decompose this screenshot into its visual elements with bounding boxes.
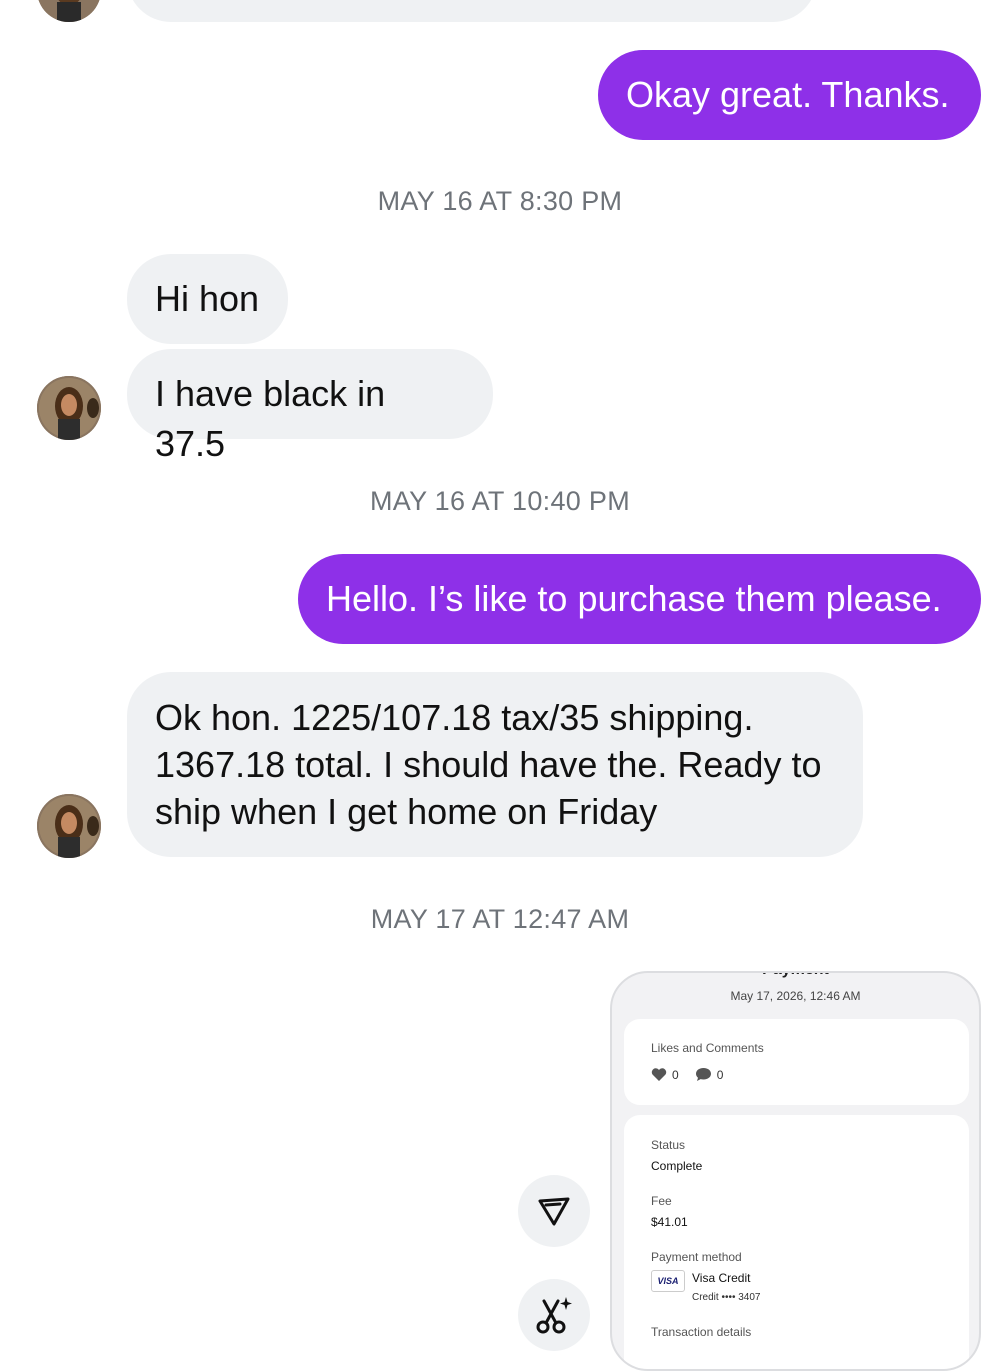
avatar-illustration (37, 794, 101, 858)
contact-avatar[interactable] (37, 794, 101, 858)
scissors-sparkle-icon (536, 1297, 572, 1334)
card-brand: VISA (657, 1276, 679, 1286)
comment-icon (695, 1068, 711, 1081)
edit-image-button[interactable] (518, 1279, 590, 1351)
message-text: I have black in 37.5 (155, 373, 386, 464)
message-text: Hi hon (155, 278, 260, 319)
likes-count: 0 (672, 1067, 679, 1082)
fee-label: Fee (651, 1194, 672, 1208)
contact-avatar[interactable] (37, 0, 101, 22)
heart-icon (651, 1068, 667, 1081)
message-timestamp: MAY 17 AT 12:47 AM (370, 904, 630, 934)
likes-row: 0 0 (651, 1067, 723, 1082)
avatar-illustration (37, 0, 101, 22)
fee-value: $41.01 (651, 1215, 688, 1229)
incoming-message-bubble[interactable]: I have black in 37.5 (127, 349, 493, 464)
card-detail: Credit •••• 3407 (692, 1292, 761, 1303)
contact-avatar[interactable] (37, 376, 101, 440)
message-timestamp: MAY 16 AT 10:40 PM (369, 486, 631, 516)
outgoing-message-bubble[interactable]: Hello. I’s like to purchase them please. (298, 554, 981, 644)
message-text: Ok hon. 1225/107.18 tax/35 shipping. 136… (155, 697, 822, 832)
payment-method-label: Payment method (651, 1250, 742, 1264)
avatar-illustration (37, 376, 101, 440)
outgoing-message-bubble[interactable]: Okay great. Thanks. (598, 50, 981, 140)
payment-screenshot-card[interactable]: Payment May 17, 2026, 12:46 AM Likes and… (610, 971, 981, 1371)
send-triangle-icon (538, 1197, 570, 1226)
payment-date: May 17, 2026, 12:46 AM (730, 989, 861, 1003)
transaction-details-label: Transaction details (651, 1325, 752, 1339)
payment-title: Payment (612, 973, 979, 979)
message-text: Hello. I’s like to purchase them please. (326, 578, 942, 619)
likes-comments-section: Likes and Comments 0 0 (624, 1019, 969, 1105)
status-value: Complete (651, 1159, 703, 1173)
comments-count: 0 (716, 1067, 724, 1082)
card-name: Visa Credit (692, 1271, 751, 1285)
message-text: Okay great. Thanks. (626, 74, 950, 115)
incoming-message-bubble[interactable]: Ok hon. 1225/107.18 tax/35 shipping. 136… (127, 672, 863, 857)
visa-card-badge: VISA (651, 1270, 685, 1292)
likes-comments-label: Likes and Comments (651, 1041, 764, 1055)
status-label: Status (651, 1138, 686, 1152)
incoming-message-bubble[interactable]: Hi hon (127, 254, 288, 344)
share-button[interactable] (518, 1175, 590, 1247)
incoming-message-bubble-partial[interactable] (127, 0, 817, 22)
message-timestamp: MAY 16 AT 8:30 PM (377, 186, 623, 216)
